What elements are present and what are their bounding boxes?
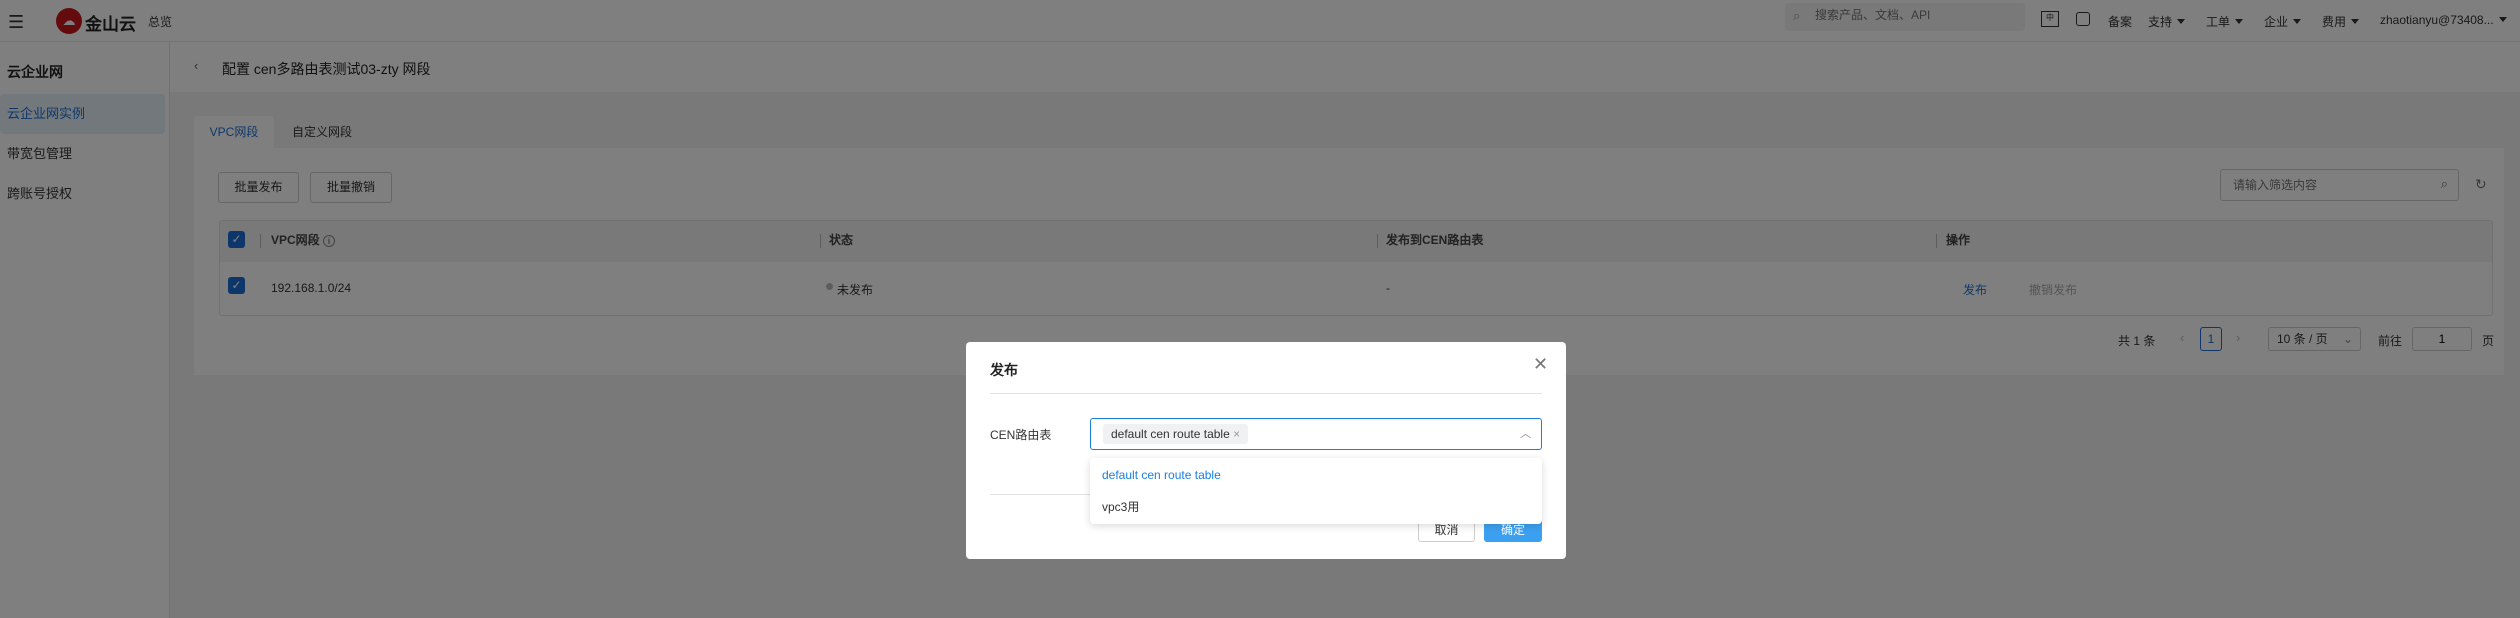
route-table-select[interactable]: default cen route table × ︿ [1090,418,1542,450]
close-icon[interactable]: ✕ [1533,354,1548,375]
dialog-title: 发布 [990,362,1018,378]
route-table-dropdown: default cen route table vpc3用 [1090,458,1542,524]
field-label-route-table: CEN路由表 [990,428,1052,442]
selected-tag: default cen route table × [1103,424,1249,444]
divider [990,393,1542,394]
option-vpc3[interactable]: vpc3用 [1090,491,1542,523]
publish-dialog: 发布 ✕ CEN路由表 default cen route table × ︿ … [966,342,1566,559]
selected-tag-label: default cen route table [1111,427,1230,441]
chevron-up-icon[interactable]: ︿ [1520,425,1531,441]
tag-remove-icon[interactable]: × [1233,427,1240,441]
option-default-cen-route-table[interactable]: default cen route table [1090,459,1542,491]
